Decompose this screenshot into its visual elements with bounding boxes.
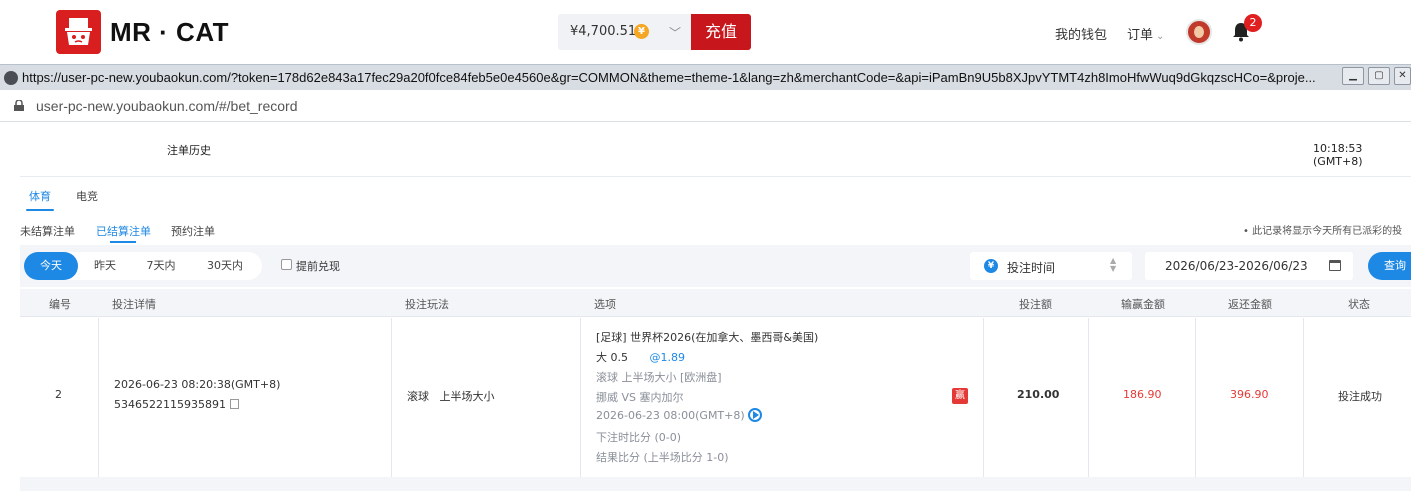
window-title-url: https://user-pc-new.youbaokun.com/?token… <box>22 70 1316 85</box>
tab-active-indicator <box>26 209 54 211</box>
date-range-group: 今天 昨天 7天内 30天内 <box>24 252 262 280</box>
win-loss-amount: 186.90 <box>1123 388 1162 401</box>
page-title: 注单历史 <box>167 144 211 157</box>
chevron-down-icon: ⌄ <box>1156 31 1165 42</box>
address-text: user-pc-new.youbaokun.com/#/bet_record <box>36 98 298 114</box>
option-kickoff: 2026-06-23 08:00(GMT+8) <box>596 409 745 422</box>
calendar-icon <box>1329 260 1341 271</box>
filter-bar: 今天 昨天 7天内 30天内 提前兑现 ¥ 投注时间 ▲ ▼ 2026/06/23… <box>20 245 1411 287</box>
window-title-bar: https://user-pc-new.youbaokun.com/?token… <box>0 64 1411 90</box>
win-badge: 赢 <box>952 388 968 404</box>
range-30days-button[interactable]: 30天内 <box>198 252 252 280</box>
balance-amount: ¥4,700.51 <box>570 24 637 39</box>
sort-label: 投注时间 <box>1007 261 1056 275</box>
range-7days-button[interactable]: 7天内 <box>138 252 184 280</box>
early-cashout-label: 提前兑现 <box>296 260 340 273</box>
orders-menu[interactable]: 订单 ⌄ <box>1127 24 1164 43</box>
sort-arrows-icon: ▲ ▼ <box>1110 256 1117 273</box>
option-pick: 大 0.5 <box>596 351 628 364</box>
option-match: 挪威 VS 塞内加尔 <box>596 391 684 404</box>
table-header: 编号 投注详情 投注玩法 选项 投注额 输赢金额 返还金额 状态 <box>20 289 1411 317</box>
copy-icon[interactable] <box>227 399 239 414</box>
order-number-cell: 5346522115935891 <box>114 398 239 414</box>
yen-icon: ¥ <box>984 259 998 273</box>
subtab-active-indicator <box>110 241 136 243</box>
record-note: • 此记录将显示今天所有已派彩的投 <box>1243 226 1403 237</box>
table-footer-space <box>20 477 1411 491</box>
minimize-button[interactable]: ▁ <box>1342 67 1364 85</box>
column-header: 返还金额 <box>1228 298 1272 311</box>
wallet-link[interactable]: 我的钱包 <box>1055 24 1107 43</box>
server-clock: 10:18:53 (GMT+8) <box>1313 142 1363 168</box>
subtab-reserved[interactable]: 预约注单 <box>171 223 215 239</box>
early-cashout-checkbox[interactable] <box>281 259 292 270</box>
address-bar[interactable]: user-pc-new.youbaokun.com/#/bet_record <box>0 90 1411 122</box>
sort-select[interactable]: ¥ 投注时间 ▲ ▼ <box>970 252 1132 280</box>
balance-dropdown[interactable]: ¥4,700.51 ¥ ﹀ <box>558 14 691 50</box>
bet-time: 2026-06-23 08:20:38(GMT+8) <box>114 378 281 391</box>
play-type: 滚球 上半场大小 <box>407 390 495 403</box>
column-header: 编号 <box>49 298 71 311</box>
subtab-settled[interactable]: 已结算注单 <box>96 223 151 239</box>
range-today-button[interactable]: 今天 <box>24 252 78 280</box>
date-range-picker[interactable]: 2026/06/23-2026/06/23 <box>1145 252 1353 280</box>
chevron-down-icon: ﹀ <box>669 26 682 40</box>
divider <box>20 176 1411 177</box>
subtab-unsettled[interactable]: 未结算注单 <box>20 223 75 239</box>
order-number: 5346522115935891 <box>114 398 226 411</box>
tab-sports[interactable]: 体育 <box>29 188 51 204</box>
column-header: 状态 <box>1348 298 1370 311</box>
range-yesterday-button[interactable]: 昨天 <box>84 252 126 280</box>
logo-text: MR · CAT <box>110 17 230 47</box>
bet-status: 投注成功 <box>1338 390 1382 403</box>
bet-record-page: 注单历史 10:18:53 (GMT+8) 体育 电竞 未结算注单 已结算注单 … <box>0 122 1411 491</box>
notification-badge: 2 <box>1244 14 1262 32</box>
lock-icon <box>14 100 24 111</box>
column-header: 选项 <box>594 298 616 311</box>
table-row: 2 2026-06-23 08:20:38(GMT+8) 53465221159… <box>20 318 1411 477</box>
column-header: 投注玩法 <box>405 298 449 311</box>
option-league: [足球] 世界杯2026(在加拿大、墨西哥&美国) <box>596 331 819 344</box>
stake-amount: 210.00 <box>1017 388 1060 401</box>
option-market: 滚球 上半场大小 [欧洲盘] <box>596 371 722 384</box>
date-range-text: 2026/06/23-2026/06/23 <box>1165 259 1308 273</box>
close-button[interactable]: ✕ <box>1394 67 1411 85</box>
coin-icon: ¥ <box>634 24 649 39</box>
avatar[interactable] <box>1186 19 1212 45</box>
column-header: 输赢金额 <box>1121 298 1165 311</box>
returned-amount: 396.90 <box>1230 388 1269 401</box>
tab-esports[interactable]: 电竞 <box>76 188 98 204</box>
play-video-icon[interactable] <box>747 408 762 422</box>
column-header: 投注详情 <box>112 298 156 311</box>
query-button[interactable]: 查询 <box>1368 252 1411 280</box>
option-score-at-bet: 下注时比分 (0-0) <box>596 431 682 444</box>
option-kickoff-line: 2026-06-23 08:00(GMT+8) <box>596 408 762 422</box>
globe-icon <box>4 71 18 85</box>
row-index: 2 <box>55 388 62 401</box>
option-odds: @1.89 <box>649 351 686 364</box>
column-header: 投注额 <box>1019 298 1052 311</box>
maximize-button[interactable]: ▢ <box>1368 67 1390 85</box>
recharge-button[interactable]: 充值 <box>691 14 751 50</box>
site-header: MR · CAT ¥4,700.51 ¥ ﹀ 充值 我的钱包 订单 ⌄ 2 <box>0 0 1411 64</box>
option-result: 结果比分 (上半场比分 1-0) <box>596 451 729 464</box>
orders-label: 订单 <box>1127 28 1154 43</box>
option-pick-line: 大 0.5 @1.89 <box>596 349 685 365</box>
logo-icon[interactable] <box>56 10 101 54</box>
